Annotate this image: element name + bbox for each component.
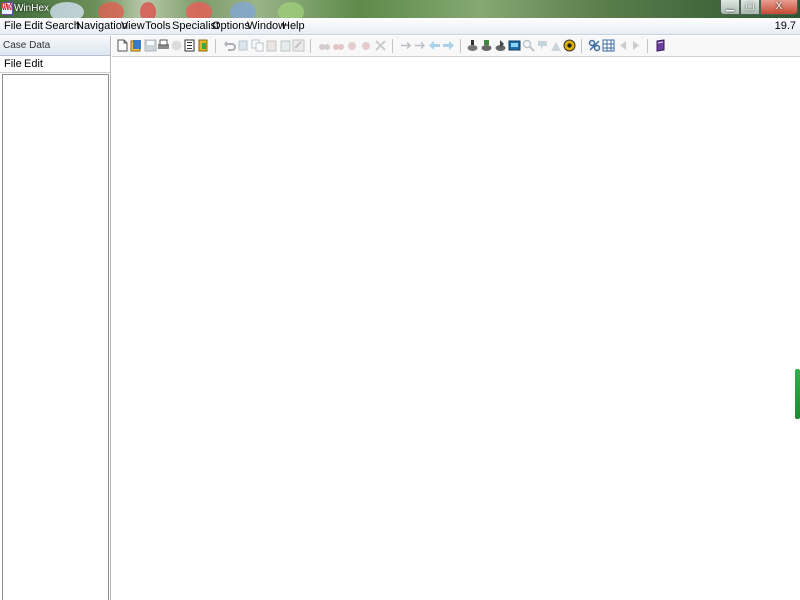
icon-label-bottom: WIN [2, 6, 12, 12]
menu-edit[interactable]: Edit [24, 20, 43, 32]
save-icon[interactable] [144, 39, 157, 52]
replace-hex-icon[interactable] [360, 39, 373, 52]
combined-search-icon[interactable] [374, 39, 387, 52]
maximize-button[interactable]: ▢ [740, 0, 760, 15]
back-icon[interactable] [428, 39, 441, 52]
copy-icon[interactable] [251, 39, 264, 52]
background-decoration [278, 2, 304, 18]
gear-icon[interactable] [563, 39, 576, 52]
menu-file[interactable]: File [4, 20, 22, 32]
find-hex-icon[interactable] [332, 39, 345, 52]
version-label: 19.7 [774, 20, 796, 32]
background-decoration [50, 2, 84, 18]
title-bar: HEX WIN WinHex ▁ ▢ X [0, 0, 800, 18]
help-book-icon[interactable] [654, 39, 667, 52]
menu-tools[interactable]: Tools [145, 20, 171, 32]
case-menu-edit[interactable]: Edit [24, 58, 43, 70]
menu-window[interactable]: Window [247, 20, 286, 32]
winhex-app-icon[interactable]: HEX WIN [1, 2, 13, 15]
write-icon[interactable] [292, 39, 305, 52]
explore-icon[interactable] [522, 39, 535, 52]
toolbar-separator [215, 39, 216, 53]
export-icon[interactable] [183, 39, 196, 52]
forward-icon[interactable] [442, 39, 455, 52]
clone-disk-icon[interactable] [480, 39, 493, 52]
menu-search[interactable]: Search [45, 20, 80, 32]
case-data-panel: Case Data File Edit [0, 36, 111, 600]
background-decoration [186, 2, 212, 18]
paste-icon[interactable] [265, 39, 278, 52]
exit-icon[interactable] [197, 39, 210, 52]
calculator-icon[interactable] [588, 39, 601, 52]
ram-editor-icon[interactable] [508, 39, 521, 52]
cut-icon[interactable] [237, 39, 250, 52]
scroll-indicator[interactable] [795, 369, 800, 419]
window-controls: ▁ ▢ X [720, 0, 798, 15]
background-decoration [230, 2, 256, 18]
case-data-title: Case Data [0, 36, 110, 56]
menu-help[interactable]: Help [282, 20, 305, 32]
open-disk-icon[interactable] [466, 39, 479, 52]
menu-bar: File Edit Search Navigation View Tools S… [0, 18, 800, 35]
window-title: WinHex [14, 3, 50, 14]
open-file-icon[interactable] [130, 39, 143, 52]
goto-sector-icon[interactable] [414, 39, 427, 52]
background-decoration [98, 2, 124, 18]
toolbar-separator [392, 39, 393, 53]
prev-icon[interactable] [616, 39, 629, 52]
properties-icon[interactable] [170, 39, 183, 52]
hash-icon[interactable] [536, 39, 549, 52]
background-decoration [140, 2, 156, 18]
analyze-icon[interactable] [550, 39, 563, 52]
image-disk-icon[interactable] [494, 39, 507, 52]
find-text-icon[interactable] [318, 39, 331, 52]
undo-icon[interactable] [223, 39, 236, 52]
menu-view[interactable]: View [121, 20, 145, 32]
main-toolbar [112, 36, 800, 57]
close-button[interactable]: X [760, 0, 798, 15]
print-icon[interactable] [157, 39, 170, 52]
main-workspace[interactable] [112, 58, 800, 600]
goto-offset-icon[interactable] [400, 39, 413, 52]
minimize-button[interactable]: ▁ [720, 0, 740, 15]
paste-into-icon[interactable] [279, 39, 292, 52]
table-icon[interactable] [602, 39, 615, 52]
replace-text-icon[interactable] [346, 39, 359, 52]
toolbar-separator [310, 39, 311, 53]
toolbar-separator [460, 39, 461, 53]
new-file-icon[interactable] [116, 39, 129, 52]
toolbar-separator [581, 39, 582, 53]
case-data-menu: File Edit [0, 56, 110, 73]
menu-options[interactable]: Options [212, 20, 250, 32]
next-icon[interactable] [630, 39, 643, 52]
case-tree-view[interactable] [2, 74, 109, 600]
toolbar-separator [647, 39, 648, 53]
case-menu-file[interactable]: File [4, 58, 22, 70]
